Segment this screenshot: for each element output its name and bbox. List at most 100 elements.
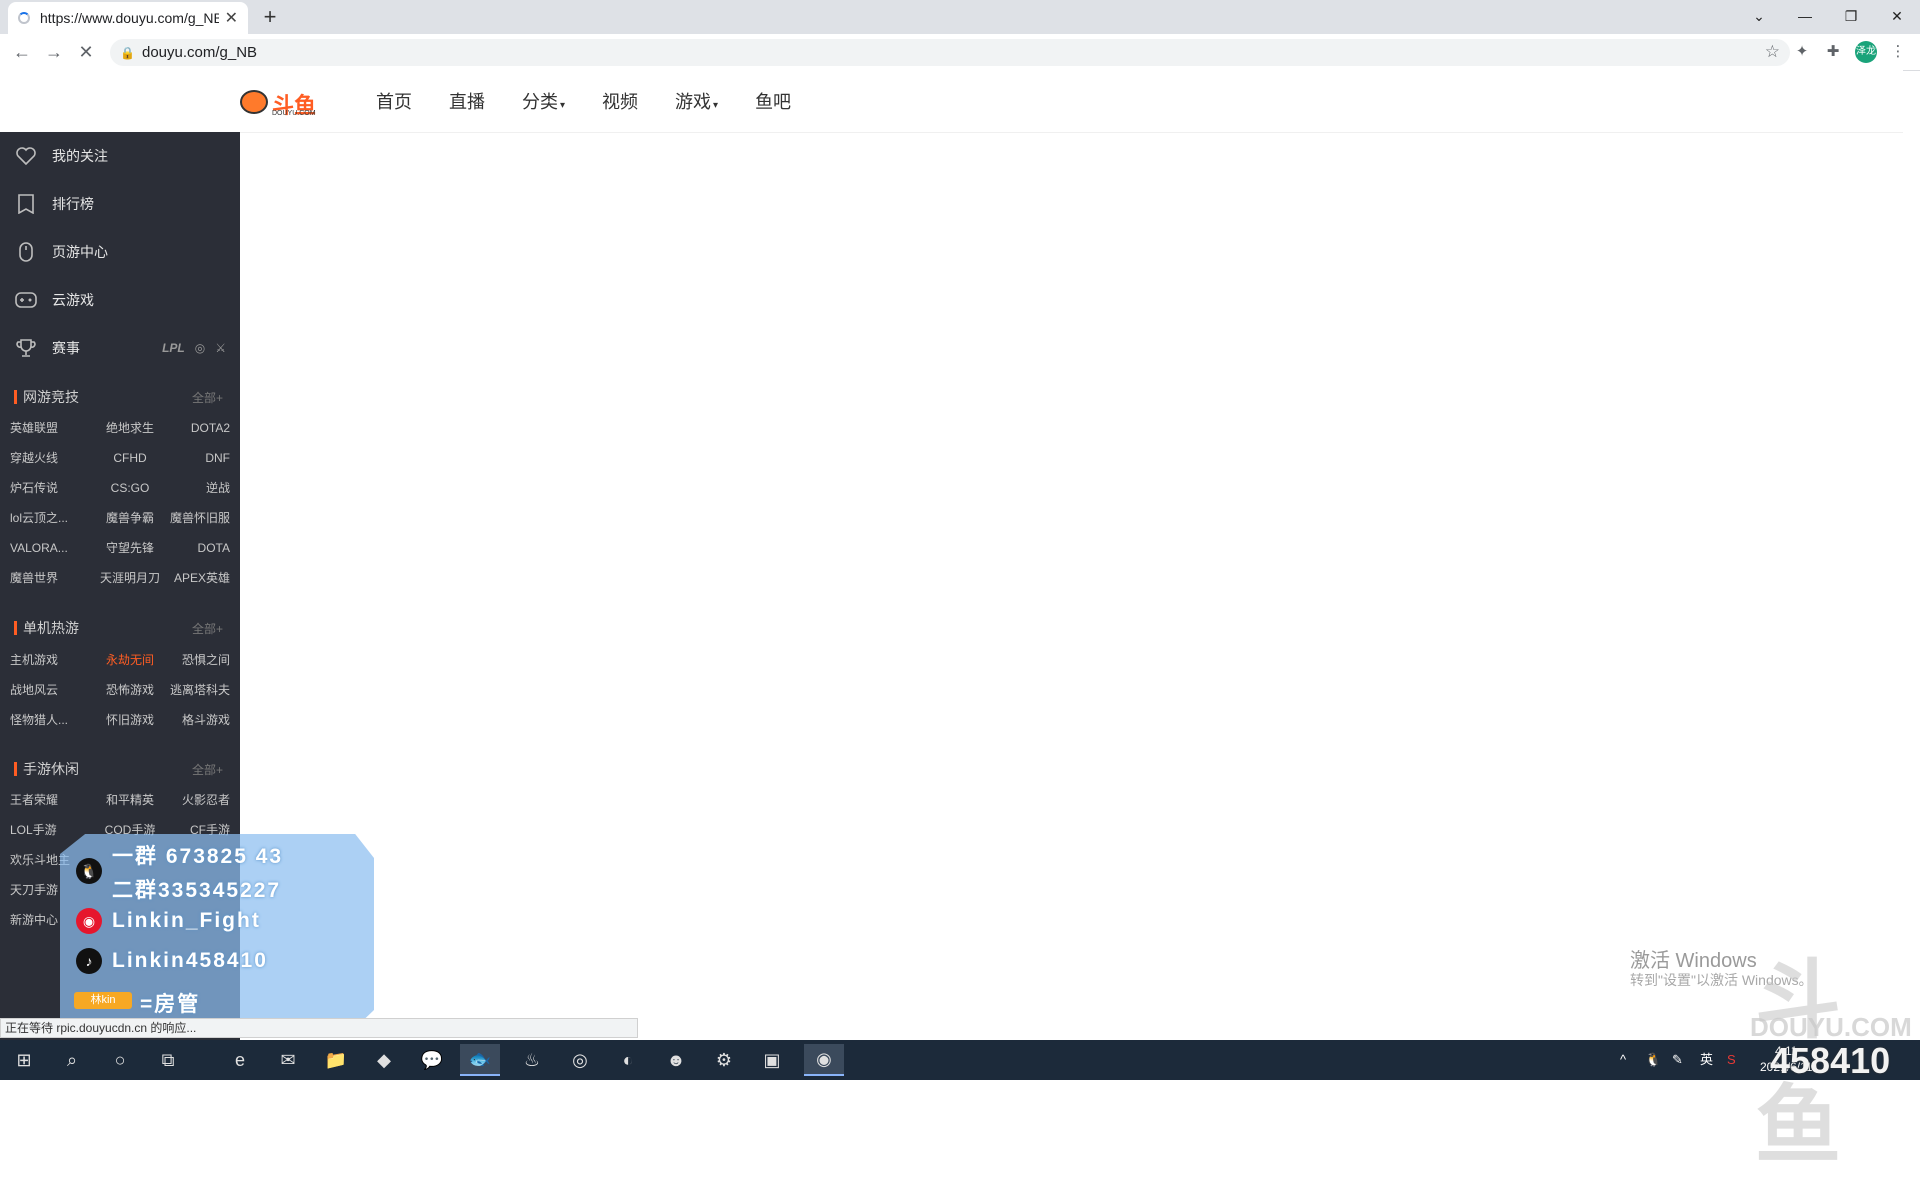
nav-video[interactable]: 视频: [602, 88, 638, 114]
nav-home[interactable]: 首页: [376, 88, 412, 114]
category-link[interactable]: DOTA2: [170, 413, 230, 443]
category-link[interactable]: 永劫无间: [90, 645, 170, 675]
search-icon[interactable]: ⌕: [52, 1044, 92, 1076]
category-link[interactable]: 主机游戏: [10, 645, 90, 675]
bookmark-star-icon[interactable]: ☆: [1765, 42, 1780, 62]
extension-icon[interactable]: ✦: [1792, 42, 1812, 62]
nav-games[interactable]: 游戏 ▾: [675, 88, 718, 114]
event-logo-2[interactable]: ◎: [195, 341, 205, 355]
app-icon[interactable]: ◐: [608, 1044, 648, 1076]
category-link[interactable]: 魔兽怀旧服: [170, 503, 230, 533]
mail-icon[interactable]: ✉: [268, 1044, 308, 1076]
forward-arrow-icon[interactable]: →: [42, 40, 66, 64]
event-logo-3[interactable]: ⚔: [215, 341, 226, 355]
category-link[interactable]: DOTA: [170, 533, 230, 563]
category-link[interactable]: 逆战: [170, 473, 230, 503]
close-window-button[interactable]: ✕: [1874, 0, 1920, 32]
section-all-link[interactable]: 全部+: [192, 389, 223, 406]
windows-taskbar: ⊞ ⌕ ○ ⧉ e ✉ 📁 ◆ 💬 🐟 ♨ ◎ ◐ ☻ ⚙ ▣ ◉ ^ 🐧 ✎ …: [0, 1040, 1920, 1080]
obs-icon[interactable]: ◎: [560, 1044, 600, 1076]
fan-badge: 林kin: [74, 992, 132, 1009]
category-link[interactable]: 恐怖游戏: [90, 675, 170, 705]
settings-gear-icon[interactable]: ⚙: [704, 1044, 744, 1076]
tray-lang-indicator[interactable]: 英: [1700, 1040, 1713, 1080]
cortana-icon[interactable]: ○: [100, 1044, 140, 1076]
fish-mascot-icon: [240, 90, 268, 114]
app-icon[interactable]: ▣: [752, 1044, 792, 1076]
douyu-app-icon[interactable]: 🐟: [460, 1044, 500, 1076]
category-link[interactable]: DNF: [170, 443, 230, 473]
sidebar-item-label: 云游戏: [52, 292, 94, 308]
caret-down-icon: ▾: [560, 100, 566, 111]
nav-yuba[interactable]: 鱼吧: [755, 88, 791, 114]
back-arrow-icon[interactable]: ←: [10, 40, 34, 64]
category-link[interactable]: 魔兽争霸: [90, 503, 170, 533]
category-link[interactable]: 格斗游戏: [170, 705, 230, 735]
nav-category[interactable]: 分类 ▾: [522, 88, 565, 114]
section-all-link[interactable]: 全部+: [192, 761, 223, 778]
trophy-icon: [14, 336, 38, 360]
category-link[interactable]: 英雄联盟: [10, 413, 90, 443]
lpl-logo[interactable]: LPL: [162, 341, 185, 355]
stop-loading-icon[interactable]: ✕: [74, 40, 98, 64]
edge-icon[interactable]: e: [220, 1044, 260, 1076]
profile-avatar[interactable]: 泽龙: [1855, 41, 1877, 63]
tray-qq-icon[interactable]: 🐧: [1645, 1040, 1661, 1080]
address-bar[interactable]: 🔒 douyu.com/g_NB ☆: [110, 39, 1790, 66]
category-link[interactable]: 和平精英: [90, 785, 170, 815]
steam-icon[interactable]: ♨: [512, 1044, 552, 1076]
nav-live[interactable]: 直播: [449, 88, 485, 114]
chrome-icon[interactable]: ◉: [804, 1044, 844, 1076]
tray-expand-icon[interactable]: ^: [1620, 1040, 1626, 1080]
activate-windows-title: 激活 Windows: [1630, 950, 1757, 972]
wechat-icon[interactable]: 💬: [412, 1044, 452, 1076]
category-link[interactable]: 王者荣耀: [10, 785, 90, 815]
new-tab-button[interactable]: +: [258, 6, 282, 30]
overlay-weibo: Linkin_Fight: [112, 909, 261, 932]
sidebar-item-webgames[interactable]: 页游中心: [0, 228, 240, 276]
category-link[interactable]: 绝地求生: [90, 413, 170, 443]
category-link[interactable]: 恐惧之间: [170, 645, 230, 675]
category-link[interactable]: 逃离塔科夫: [170, 675, 230, 705]
tab-search-icon[interactable]: ⌄: [1736, 0, 1782, 32]
sidebar-item-ranking[interactable]: 排行榜: [0, 180, 240, 228]
url-text[interactable]: douyu.com/g_NB: [142, 44, 257, 61]
tab-close-button[interactable]: ✕: [225, 8, 238, 28]
category-link[interactable]: VALORA...: [10, 533, 90, 563]
category-link[interactable]: CS:GO: [90, 473, 170, 503]
category-link[interactable]: 火影忍者: [170, 785, 230, 815]
category-link[interactable]: lol云顶之...: [10, 503, 90, 533]
tray-ime-icon[interactable]: S: [1727, 1040, 1736, 1080]
minimize-button[interactable]: —: [1782, 0, 1828, 32]
task-view-icon[interactable]: ⧉: [148, 1044, 188, 1076]
category-link[interactable]: 天涯明月刀: [90, 563, 170, 593]
douyu-logo[interactable]: 斗鱼 DOUYU.COM: [240, 88, 320, 118]
windows-start-icon[interactable]: ⊞: [4, 1044, 44, 1076]
category-link[interactable]: 战地风云: [10, 675, 90, 705]
tray-pen-icon[interactable]: ✎: [1672, 1040, 1683, 1080]
section-title-online: 网游竞技: [14, 390, 79, 404]
category-link[interactable]: APEX英雄: [170, 563, 230, 593]
restore-button[interactable]: ❐: [1828, 0, 1874, 32]
sidebar-item-cloudgame[interactable]: 云游戏: [0, 276, 240, 324]
ranking-icon: [14, 192, 38, 216]
extensions-puzzle-icon[interactable]: ✚: [1823, 42, 1843, 62]
category-link[interactable]: CFHD: [90, 443, 170, 473]
category-link[interactable]: 魔兽世界: [10, 563, 90, 593]
lock-icon[interactable]: 🔒: [120, 46, 140, 60]
file-explorer-icon[interactable]: 📁: [316, 1044, 356, 1076]
category-link[interactable]: 怪物猎人...: [10, 705, 90, 735]
site-header: 斗鱼 DOUYU.COM 首页 直播 分类 ▾ 视频 游戏 ▾ 鱼吧: [0, 70, 1903, 133]
sidebar-item-follow[interactable]: 我的关注: [0, 132, 240, 180]
menu-kebab-icon[interactable]: ⋮: [1888, 42, 1908, 62]
category-link[interactable]: 怀旧游戏: [90, 705, 170, 735]
browser-tab[interactable]: https://www.douyu.com/g_NB ✕: [8, 2, 248, 34]
app-icon[interactable]: ◆: [364, 1044, 404, 1076]
category-link[interactable]: 守望先锋: [90, 533, 170, 563]
app-icon[interactable]: ☻: [656, 1044, 696, 1076]
section-all-link[interactable]: 全部+: [192, 620, 223, 637]
category-link[interactable]: 炉石传说: [10, 473, 90, 503]
sidebar-item-label: 我的关注: [52, 148, 108, 164]
category-link[interactable]: 穿越火线: [10, 443, 90, 473]
sidebar-item-events[interactable]: 赛事 LPL ◎ ⚔: [0, 324, 240, 372]
